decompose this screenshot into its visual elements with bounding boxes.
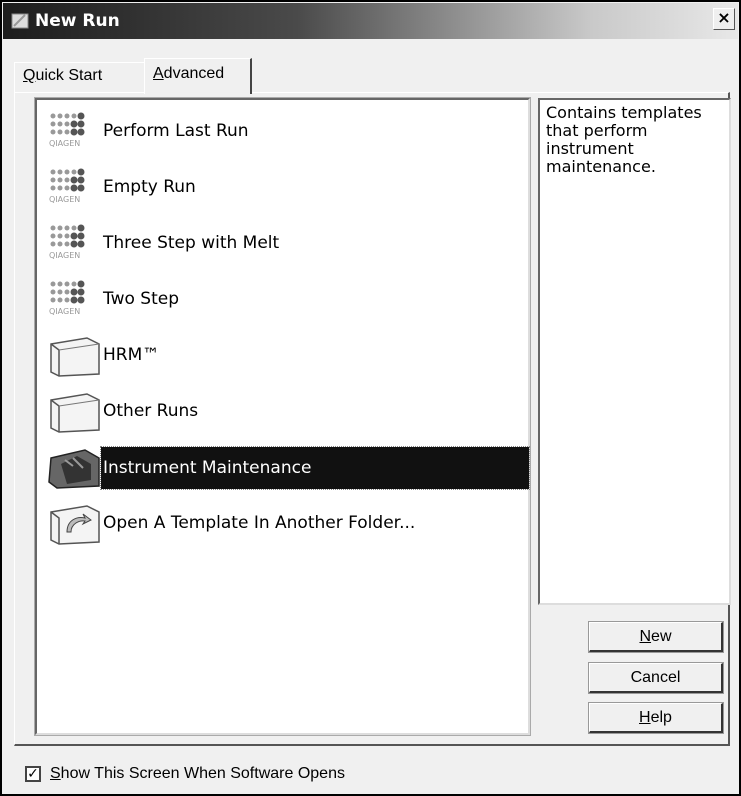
svg-text:QIAGEN: QIAGEN [49, 139, 80, 148]
list-item-label: Instrument Maintenance [100, 446, 530, 490]
svg-text:QIAGEN: QIAGEN [49, 251, 80, 260]
list-item-label: Empty Run [103, 177, 196, 197]
list-item-label: Two Step [103, 289, 179, 309]
qiagen-template-icon: QIAGEN [49, 280, 85, 316]
list-item-three-step-with-melt[interactable]: QIAGEN Three Step with Melt [45, 218, 525, 268]
list-item-perform-last-run[interactable]: QIAGEN Perform Last Run [45, 106, 525, 156]
svg-text:QIAGEN: QIAGEN [49, 195, 80, 204]
open-folder-icon [50, 505, 100, 545]
description-box: Contains templates that perform instrume… [538, 98, 731, 605]
template-list[interactable]: QIAGEN Perform Last Run QIAGEN Empty Run… [34, 97, 531, 736]
close-icon: × [717, 8, 731, 27]
show-on-open-checkbox[interactable]: ✓ [25, 766, 41, 782]
qiagen-template-icon: QIAGEN [49, 168, 85, 204]
cancel-button[interactable]: Cancel [588, 662, 724, 694]
list-item-two-step[interactable]: QIAGEN Two Step [45, 274, 525, 324]
qiagen-template-icon: QIAGEN [49, 224, 85, 260]
list-item-other-runs[interactable]: Other Runs [45, 386, 525, 436]
list-item-label: Other Runs [103, 401, 199, 421]
help-button[interactable]: Help [588, 702, 724, 734]
show-on-open-label[interactable]: Show This Screen When Software Opens [50, 764, 345, 784]
window-title: New Run [35, 11, 120, 31]
list-item-hrm[interactable]: HRM™ [45, 330, 525, 380]
new-button[interactable]: New [588, 621, 724, 653]
close-button[interactable]: × [713, 8, 735, 30]
list-item-instrument-maintenance[interactable]: Instrument Maintenance [45, 442, 530, 492]
list-item-open-template[interactable]: Open A Template In Another Folder... [45, 498, 525, 548]
tab-advanced[interactable]: Advanced [144, 58, 252, 94]
svg-text:QIAGEN: QIAGEN [49, 307, 80, 316]
maintenance-folder-icon [48, 449, 100, 489]
list-item-label: Perform Last Run [103, 121, 249, 141]
description-text: Contains templates that perform instrume… [546, 103, 702, 176]
qiagen-template-icon: QIAGEN [49, 112, 85, 148]
list-item-label: Three Step with Melt [103, 233, 280, 253]
checkmark-icon: ✓ [27, 766, 39, 782]
list-item-label: Open A Template In Another Folder... [103, 513, 416, 533]
app-icon [11, 13, 29, 29]
list-item-empty-run[interactable]: QIAGEN Empty Run [45, 162, 525, 212]
folder-icon [50, 337, 100, 377]
title-bar[interactable]: New Run × [3, 3, 738, 39]
folder-icon [50, 393, 100, 433]
list-item-label: HRM™ [103, 345, 160, 365]
tab-quick-start[interactable]: Quick Start [14, 62, 145, 92]
